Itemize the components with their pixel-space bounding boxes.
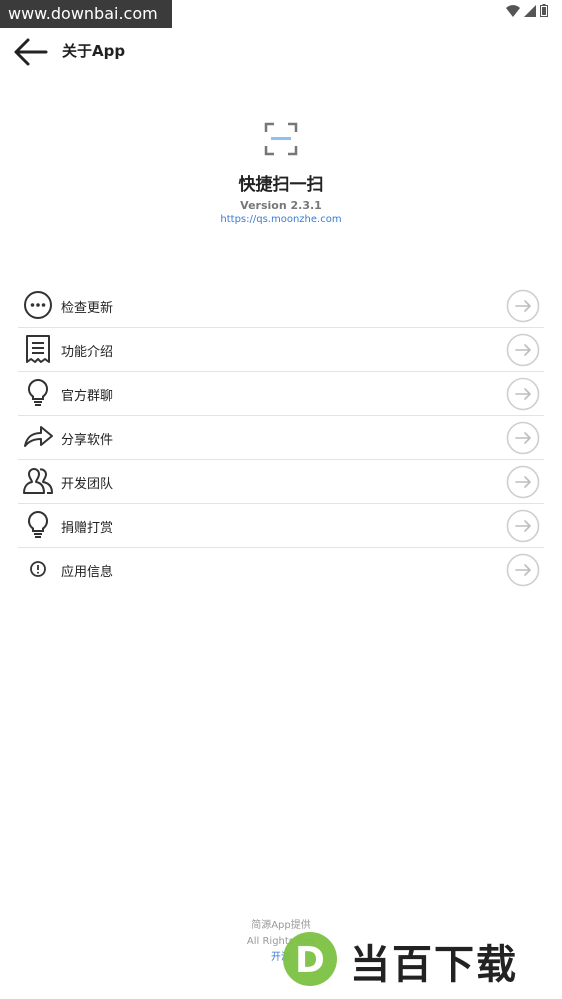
menu-item-label: 应用信息 (61, 565, 114, 580)
watermark-letter: D (295, 940, 325, 981)
arrow-right-circle-icon[interactable] (506, 289, 540, 323)
about-menu-list: 检查更新 功能介绍 官方群聊 分享软件 开发团队 捐赠打赏 应用信息 (18, 284, 544, 591)
menu-item-label: 捐赠打赏 (61, 521, 114, 536)
team-icon (23, 468, 53, 494)
info-icon (30, 561, 46, 577)
watermark-banner: www.downbai.com (0, 0, 172, 28)
menu-item-donate[interactable]: 捐赠打赏 (18, 504, 544, 548)
app-name: 快捷扫一扫 (238, 175, 324, 195)
menu-item-share-app[interactable]: 分享软件 (18, 416, 544, 460)
menu-item-label: 开发团队 (61, 477, 114, 492)
download-site-watermark-text: 当百下载 (350, 942, 518, 988)
arrow-right-circle-icon[interactable] (506, 333, 540, 367)
lightbulb-icon (27, 378, 49, 406)
arrow-left-icon (14, 38, 48, 66)
menu-item-label: 检查更新 (61, 301, 114, 316)
wifi-icon (506, 4, 520, 17)
menu-item-label: 官方群聊 (61, 389, 114, 404)
arrow-right-circle-icon[interactable] (506, 377, 540, 411)
menu-item-official-group[interactable]: 官方群聊 (18, 372, 544, 416)
menu-item-check-update[interactable]: 检查更新 (18, 284, 544, 328)
arrow-right-circle-icon[interactable] (506, 509, 540, 543)
scan-logo-icon (264, 122, 298, 156)
signal-icon (524, 4, 536, 17)
menu-item-dev-team[interactable]: 开发团队 (18, 460, 544, 504)
more-dots-icon (24, 291, 52, 319)
arrow-right-circle-icon[interactable] (506, 553, 540, 587)
document-icon (26, 335, 50, 363)
menu-item-app-info[interactable]: 应用信息 (18, 548, 544, 591)
arrow-right-circle-icon[interactable] (506, 421, 540, 455)
share-arrow-icon (24, 426, 53, 447)
menu-item-label: 分享软件 (61, 433, 114, 448)
battery-icon (540, 4, 548, 17)
menu-item-features[interactable]: 功能介绍 (18, 328, 544, 372)
lightbulb-icon (27, 510, 49, 538)
app-bar: 关于App (0, 32, 562, 72)
status-bar (506, 4, 548, 17)
page-title: 关于App (62, 42, 126, 60)
menu-item-label: 功能介绍 (61, 345, 114, 360)
app-website-link[interactable]: https://qs.moonzhe.com (0, 214, 562, 225)
app-version: Version 2.3.1 (240, 199, 322, 212)
arrow-right-circle-icon[interactable] (506, 465, 540, 499)
back-button[interactable] (12, 36, 48, 68)
